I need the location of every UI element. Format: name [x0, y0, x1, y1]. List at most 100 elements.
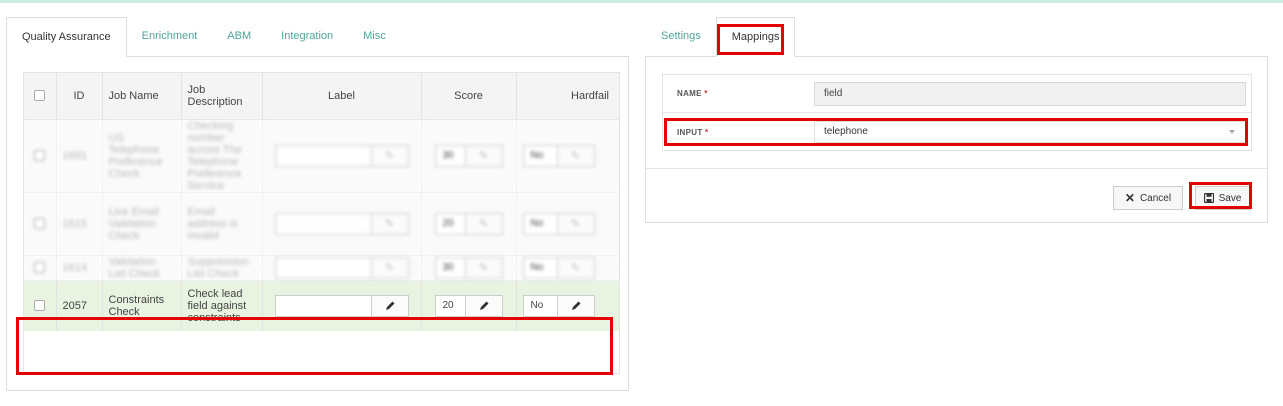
top-accent-line [0, 0, 1283, 3]
row-job-name: Constraints Check [102, 280, 182, 331]
label-input-group[interactable]: ✎ [274, 212, 409, 235]
input-row: INPUT * telephone [663, 113, 1251, 151]
pencil-icon[interactable]: ✎ [465, 213, 502, 234]
row-checkbox[interactable] [34, 262, 46, 274]
row-checkbox-cell[interactable] [24, 119, 57, 193]
label-input-group[interactable]: ✎ [274, 144, 409, 167]
pencil-icon[interactable]: ✎ [557, 257, 594, 278]
row-hardfail-cell: No [516, 280, 619, 331]
hardfail-input-group[interactable]: No [522, 294, 595, 317]
row-score-cell: 20 [421, 280, 517, 331]
form-footer: ✕ Cancel Save [646, 168, 1267, 222]
row-checkbox[interactable] [34, 218, 46, 230]
label-input-group[interactable] [274, 294, 409, 317]
row-checkbox-cell[interactable] [24, 192, 57, 256]
save-button[interactable]: Save [1195, 186, 1250, 210]
left-tab-bar: Quality Assurance Enrichment ABM Integra… [6, 17, 401, 57]
tab-mappings[interactable]: Mappings [715, 17, 796, 57]
row-hardfail-cell: No ✎ [516, 255, 619, 281]
hardfail-edit-button[interactable] [557, 295, 594, 316]
table-row[interactable]: 1614 Validation List Check Suppression L… [24, 255, 619, 281]
row-job-description: Email address is invalid [181, 192, 263, 256]
row-job-description: Checking number across The Telephone Pre… [181, 119, 263, 193]
tab-abm[interactable]: ABM [212, 17, 266, 57]
table-row-selected[interactable]: 2057 Constraints Check Check lead field … [24, 280, 619, 331]
input-label: INPUT * [677, 127, 709, 137]
col-header-hardfail[interactable]: Hardfail [516, 73, 619, 120]
name-row: NAME * field [663, 75, 1251, 113]
row-score-cell: 30 ✎ [421, 255, 517, 281]
right-tab-bar: Settings Mappings [646, 17, 796, 57]
hardfail-input[interactable]: No [524, 295, 558, 316]
score-input-group[interactable]: 20 [434, 294, 503, 317]
table-row[interactable]: 1615 Live Email Validation Check Email a… [24, 192, 619, 256]
tab-quality-assurance[interactable]: Quality Assurance [6, 17, 127, 57]
row-id: 1615 [56, 192, 103, 256]
row-job-name: Validation List Check [102, 255, 182, 281]
pencil-icon [571, 301, 580, 310]
row-job-name: US Telephone Preference Check [102, 119, 182, 193]
score-input-group[interactable]: 20 ✎ [434, 212, 503, 235]
score-edit-button[interactable] [465, 295, 502, 316]
row-job-description: Check lead field against constraints [181, 280, 263, 331]
row-checkbox[interactable] [34, 300, 46, 312]
tab-settings[interactable]: Settings [646, 17, 716, 57]
chevron-down-icon[interactable] [1229, 130, 1235, 134]
mapping-form: NAME * field INPUT * telephone [662, 74, 1252, 151]
score-input-group[interactable]: 30 ✎ [434, 144, 503, 167]
jobs-panel: ID Job Name Job Description Label Score … [6, 56, 629, 391]
hardfail-input-group[interactable]: No ✎ [522, 212, 595, 235]
tab-enrichment[interactable]: Enrichment [127, 17, 213, 57]
col-header-score[interactable]: Score [421, 73, 517, 120]
row-hardfail-cell: No ✎ [516, 192, 619, 256]
pencil-icon[interactable]: ✎ [465, 257, 502, 278]
table-row[interactable]: 1681 US Telephone Preference Check Check… [24, 119, 619, 193]
pencil-icon [385, 301, 394, 310]
col-header-job-description[interactable]: Job Description [181, 73, 263, 120]
row-id: 2057 [56, 280, 103, 331]
score-input[interactable]: 20 [436, 295, 466, 316]
cancel-button[interactable]: ✕ Cancel [1113, 186, 1183, 210]
row-hardfail-cell: No ✎ [516, 119, 619, 193]
row-checkbox-cell[interactable] [24, 255, 57, 281]
jobs-table: ID Job Name Job Description Label Score … [24, 73, 619, 331]
row-label-cell: ✎ [262, 192, 422, 256]
required-mark: * [704, 89, 708, 98]
tab-integration[interactable]: Integration [266, 17, 348, 57]
row-score-cell: 20 ✎ [421, 192, 517, 256]
name-label: NAME * [677, 89, 708, 98]
name-field[interactable]: field [814, 81, 1246, 106]
jobs-grid: ID Job Name Job Description Label Score … [23, 72, 620, 374]
row-job-description: Suppression List Check [181, 255, 263, 281]
row-label-cell: ✎ [262, 255, 422, 281]
tab-misc[interactable]: Misc [348, 17, 401, 57]
col-header-label[interactable]: Label [262, 73, 422, 120]
col-header-id[interactable]: ID [56, 73, 103, 120]
label-edit-button[interactable] [371, 295, 408, 316]
row-job-name: Live Email Validation Check [102, 192, 182, 256]
col-header-job-name[interactable]: Job Name [102, 73, 182, 120]
hardfail-input-group[interactable]: No ✎ [522, 144, 595, 167]
pencil-icon[interactable]: ✎ [371, 145, 408, 166]
select-all-checkbox[interactable] [34, 90, 46, 102]
label-input[interactable] [276, 295, 372, 316]
required-mark: * [705, 127, 709, 137]
row-label-cell: ✎ [262, 119, 422, 193]
label-input-group[interactable]: ✎ [274, 256, 409, 279]
table-header-row: ID Job Name Job Description Label Score … [24, 73, 619, 120]
close-icon: ✕ [1124, 191, 1135, 205]
mappings-panel: NAME * field INPUT * telephone ✕ Cancel … [645, 56, 1268, 223]
pencil-icon[interactable]: ✎ [557, 145, 594, 166]
row-checkbox[interactable] [34, 150, 46, 162]
score-input-group[interactable]: 30 ✎ [434, 256, 503, 279]
row-label-cell [262, 280, 422, 331]
pencil-icon[interactable]: ✎ [371, 213, 408, 234]
hardfail-input-group[interactable]: No ✎ [522, 256, 595, 279]
input-select[interactable]: telephone [814, 121, 1246, 143]
row-checkbox-cell[interactable] [24, 280, 57, 331]
pencil-icon[interactable]: ✎ [465, 145, 502, 166]
select-all-cell[interactable] [24, 73, 57, 120]
pencil-icon[interactable]: ✎ [557, 213, 594, 234]
row-score-cell: 30 ✎ [421, 119, 517, 193]
pencil-icon[interactable]: ✎ [371, 257, 408, 278]
